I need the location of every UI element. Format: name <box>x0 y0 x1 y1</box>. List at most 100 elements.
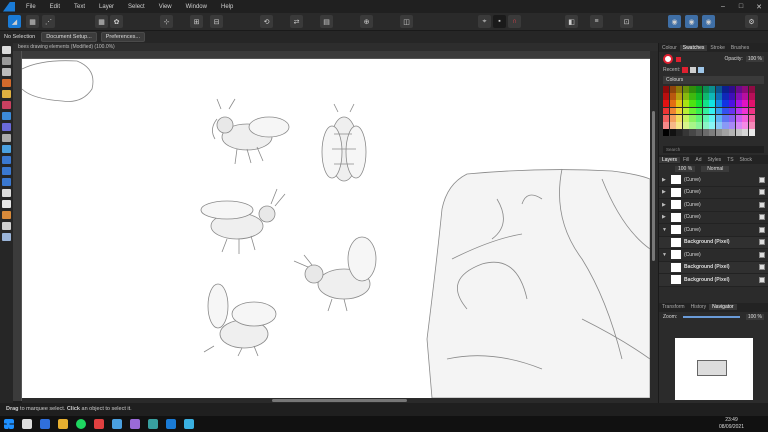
shape-tool-icon[interactable] <box>2 167 11 175</box>
color-swatch[interactable] <box>742 129 749 136</box>
pixel-persona-icon[interactable]: ▦ <box>26 15 39 28</box>
color-swatch[interactable] <box>682 129 689 136</box>
tab-transform[interactable]: Transform <box>659 304 688 310</box>
color-swatch[interactable] <box>715 86 722 93</box>
color-swatch[interactable] <box>709 107 716 115</box>
color-swatch[interactable] <box>689 129 696 136</box>
color-swatch[interactable] <box>742 107 749 115</box>
layer-visibility-checkbox[interactable] <box>759 226 765 233</box>
color-swatch[interactable] <box>742 122 749 129</box>
expand-icon[interactable]: ▼ <box>662 252 668 258</box>
app-icon[interactable] <box>148 419 158 429</box>
settings-icon[interactable]: ⚙ <box>745 15 758 28</box>
snapping-toggle-icon[interactable]: ⌖ <box>478 15 491 28</box>
color-swatch[interactable] <box>722 93 729 100</box>
move-tool-icon[interactable] <box>2 46 11 54</box>
swatch-grid[interactable] <box>663 86 755 136</box>
color-swatch[interactable] <box>663 122 670 129</box>
color-swatch[interactable] <box>722 114 729 122</box>
color-swatch[interactable] <box>676 93 683 100</box>
color-swatch[interactable] <box>676 114 683 122</box>
layer-row[interactable]: ▼ (Curve) <box>659 249 768 262</box>
document-setup-button[interactable]: Document Setup... <box>41 32 97 42</box>
align-center-icon[interactable]: ≡ <box>590 15 603 28</box>
menu-file[interactable]: File <box>19 4 43 10</box>
boolean-icon[interactable]: ◫ <box>400 15 413 28</box>
layer-row[interactable]: ▶ (Curve) <box>659 187 768 199</box>
flip-icon[interactable]: ⇄ <box>290 15 303 28</box>
color-swatch[interactable] <box>676 107 683 115</box>
maximize-button[interactable]: □ <box>732 0 750 13</box>
toggle-panel-c-icon[interactable]: ◉ <box>702 15 715 28</box>
menu-select[interactable]: Select <box>121 4 152 10</box>
tab-fill[interactable]: Fill <box>680 157 692 163</box>
color-swatch[interactable] <box>709 86 716 93</box>
color-swatch[interactable] <box>689 114 696 122</box>
app-icon[interactable] <box>112 419 122 429</box>
layer-row[interactable]: Background (Pixel) <box>659 236 768 249</box>
spotify-icon[interactable] <box>76 419 86 429</box>
tab-stock[interactable]: Stock <box>737 157 756 163</box>
color-swatch[interactable] <box>722 86 729 93</box>
color-swatch[interactable] <box>709 129 716 136</box>
color-swatch[interactable] <box>722 107 729 115</box>
zoom-value[interactable]: 100 % <box>745 313 764 320</box>
color-swatch[interactable] <box>682 107 689 115</box>
color-swatch[interactable] <box>669 100 676 108</box>
triangle-tool-icon[interactable] <box>2 178 11 186</box>
expand-icon[interactable]: ▶ <box>662 177 668 183</box>
color-swatch[interactable] <box>702 129 709 136</box>
color-swatch[interactable] <box>669 86 676 93</box>
color-swatch[interactable] <box>715 100 722 108</box>
color-swatch[interactable] <box>748 129 755 136</box>
menu-help[interactable]: Help <box>214 4 240 10</box>
view-mode-icon[interactable]: ◧ <box>565 15 578 28</box>
color-swatch[interactable] <box>742 93 749 100</box>
color-swatch[interactable] <box>722 122 729 129</box>
color-swatch[interactable] <box>676 100 683 108</box>
color-swatch[interactable] <box>722 129 729 136</box>
color-swatch[interactable] <box>702 86 709 93</box>
color-swatch[interactable] <box>709 122 716 129</box>
ellipse-tool-icon[interactable] <box>2 156 11 164</box>
export-persona-icon[interactable]: ⋰ <box>42 15 55 28</box>
color-swatch[interactable] <box>748 114 755 122</box>
transparency-tool-icon[interactable] <box>2 123 11 131</box>
color-swatch[interactable] <box>696 129 703 136</box>
color-swatch[interactable] <box>669 129 676 136</box>
color-swatch[interactable] <box>696 93 703 100</box>
layer-row[interactable]: ▶ (Curve) <box>659 199 768 212</box>
navigator-view-rect[interactable] <box>697 360 727 376</box>
color-swatch[interactable] <box>735 122 742 129</box>
color-swatch[interactable] <box>702 107 709 115</box>
color-swatch[interactable] <box>709 100 716 108</box>
color-swatch[interactable] <box>748 86 755 93</box>
color-swatch[interactable] <box>735 100 742 108</box>
zoom-slider[interactable] <box>683 315 740 318</box>
color-swatch[interactable] <box>735 114 742 122</box>
color-swatch[interactable] <box>729 129 736 136</box>
color-swatch[interactable] <box>742 114 749 122</box>
color-swatch[interactable] <box>735 93 742 100</box>
layer-visibility-checkbox[interactable] <box>759 264 765 271</box>
hand-tool-icon[interactable] <box>2 222 11 230</box>
expand-icon[interactable]: ▶ <box>662 214 668 220</box>
color-swatch[interactable] <box>729 107 736 115</box>
color-swatch[interactable] <box>669 107 676 115</box>
layer-row[interactable]: ▶ (Curve) <box>659 212 768 224</box>
color-swatch[interactable] <box>735 107 742 115</box>
arrange-icon[interactable]: ▤ <box>320 15 333 28</box>
crop-tool-icon[interactable] <box>2 134 11 142</box>
layer-visibility-checkbox[interactable] <box>759 176 765 183</box>
brush-tool-icon[interactable] <box>2 101 11 109</box>
color-swatch[interactable] <box>748 100 755 108</box>
file-explorer-icon[interactable] <box>58 419 68 429</box>
color-swatch[interactable] <box>663 114 670 122</box>
color-swatch[interactable] <box>696 114 703 122</box>
color-swatch[interactable] <box>702 122 709 129</box>
expand-icon[interactable]: ▶ <box>662 189 668 195</box>
chrome-icon[interactable] <box>22 419 32 429</box>
color-swatch[interactable] <box>682 93 689 100</box>
tab-styles[interactable]: Styles <box>705 157 725 163</box>
color-swatch[interactable] <box>702 114 709 122</box>
